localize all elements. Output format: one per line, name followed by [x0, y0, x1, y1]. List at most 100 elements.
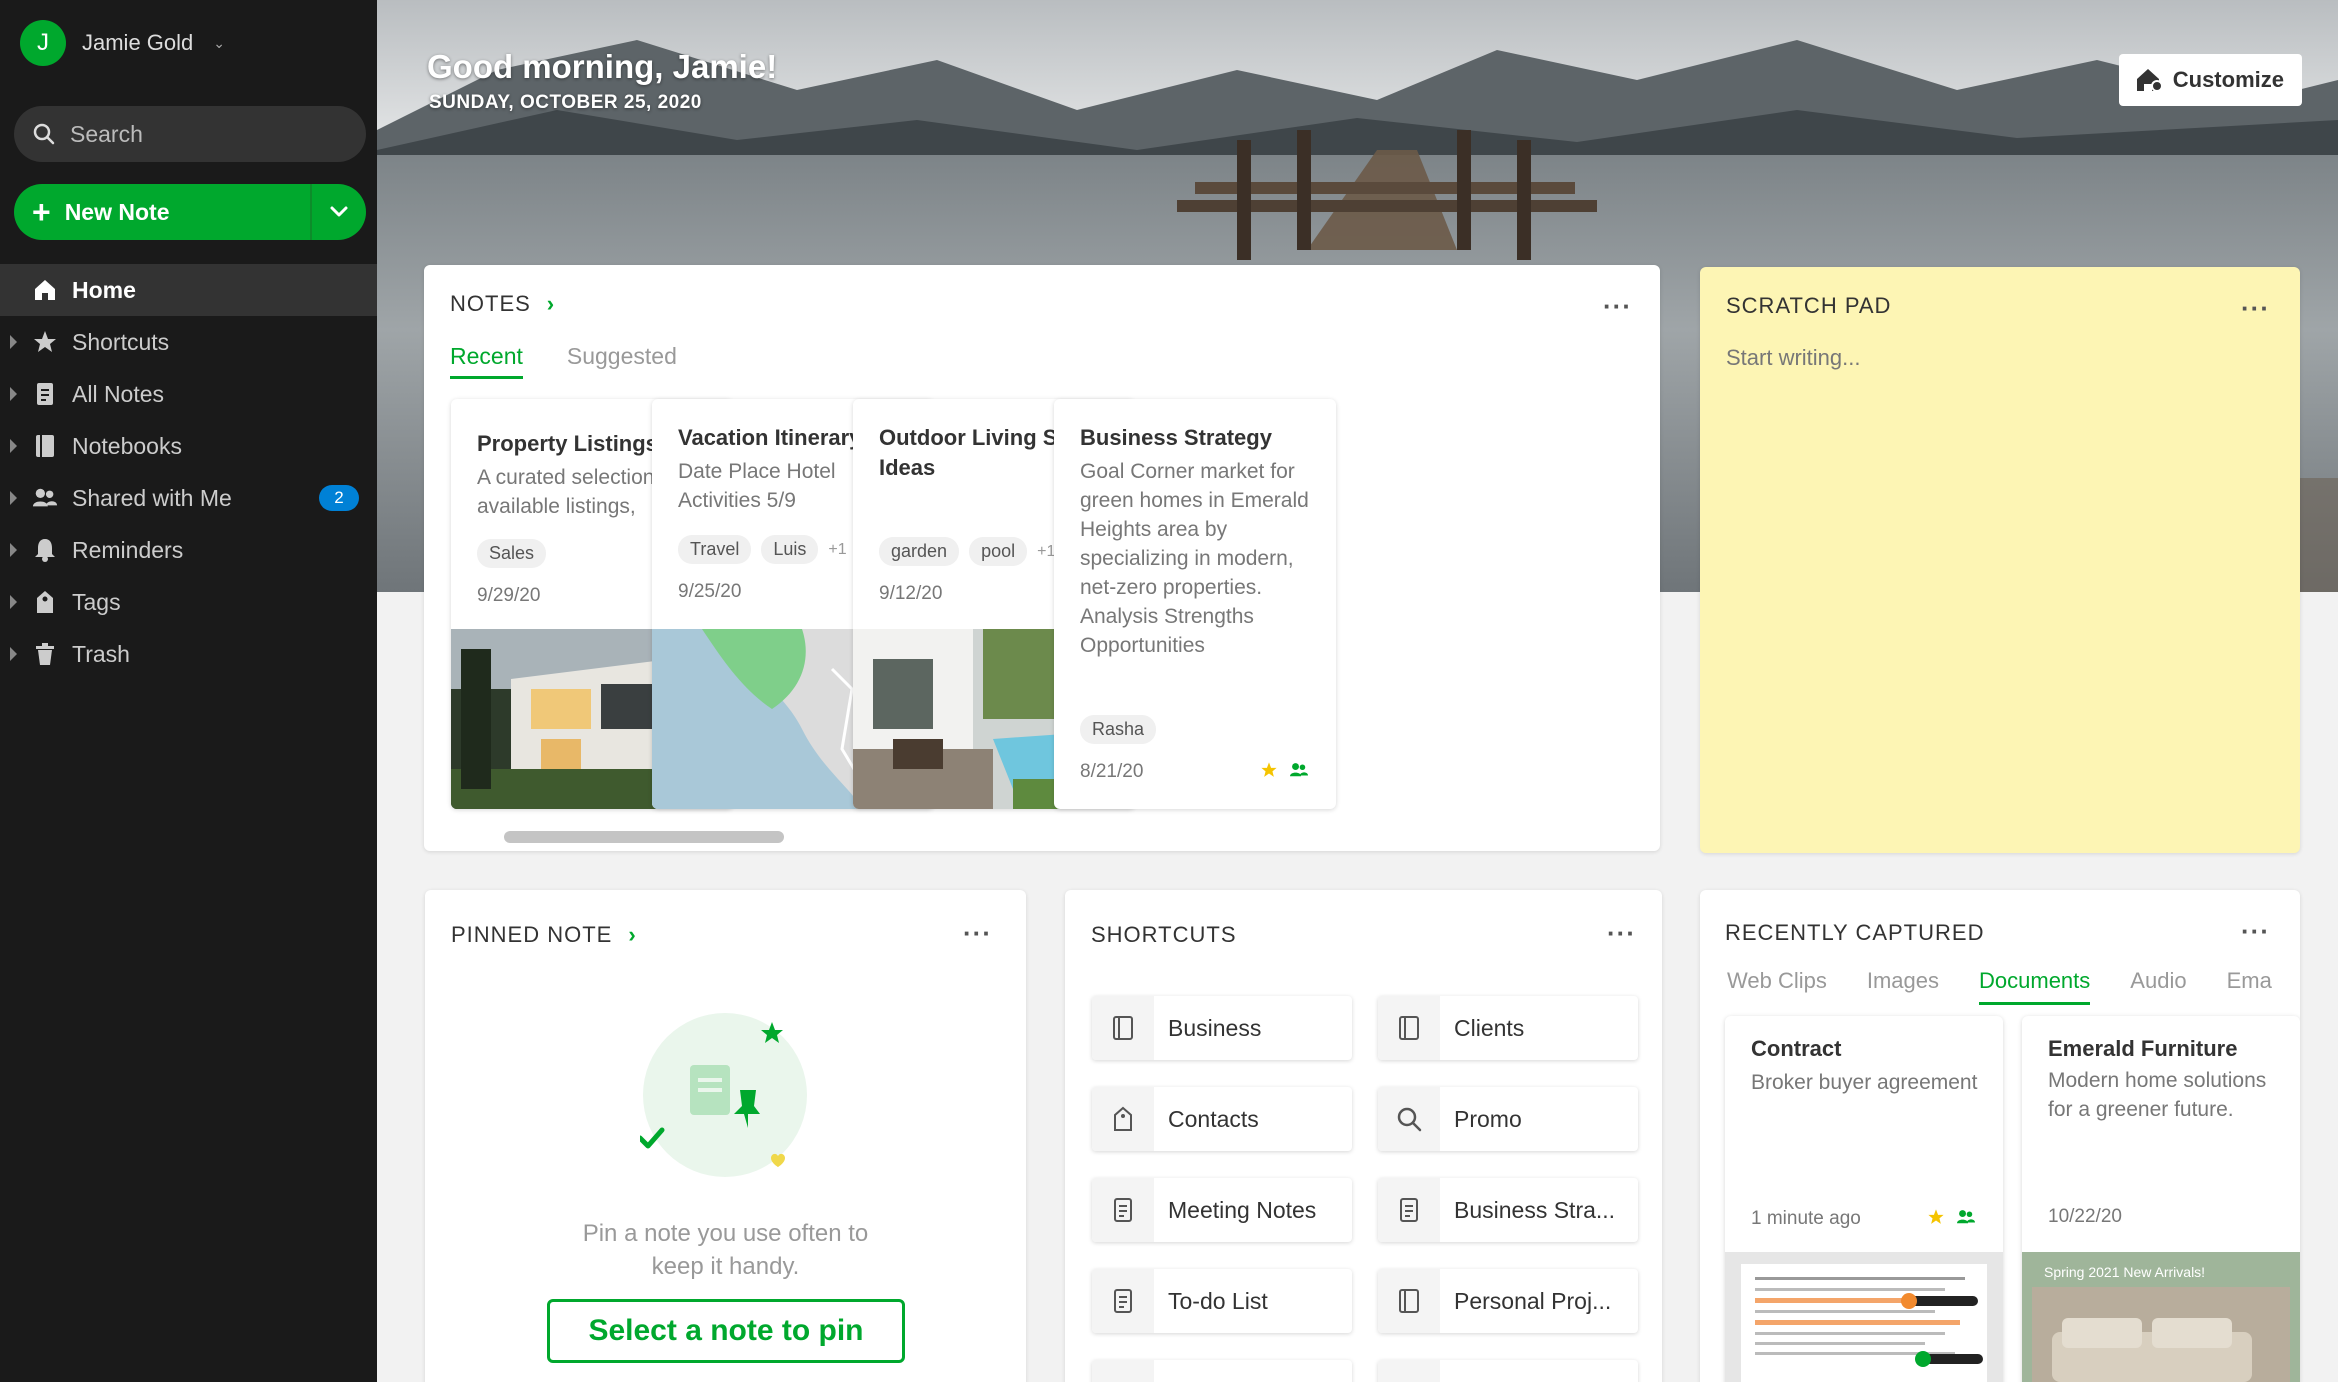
people-icon — [32, 485, 58, 511]
note-meta-icons — [1260, 761, 1310, 779]
home-customize-icon — [2136, 69, 2163, 92]
expand-caret-icon[interactable] — [10, 439, 17, 453]
expand-caret-icon[interactable] — [10, 491, 17, 505]
shortcut-promo[interactable]: Promo — [1378, 1087, 1638, 1151]
tag-chip[interactable]: garden — [879, 537, 960, 566]
pinned-note-widget: PINNED NOTE › ··· Pin a note you use oft… — [425, 890, 1026, 1382]
sidebar-item-trash[interactable]: Trash — [0, 628, 377, 680]
shortcut-todo-list[interactable]: To-do List — [1092, 1269, 1352, 1333]
new-note-label: New Note — [64, 198, 170, 225]
new-note-dropdown-button[interactable] — [310, 184, 366, 240]
expand-caret-icon[interactable] — [10, 387, 17, 401]
tag-chip[interactable]: pool — [969, 537, 1028, 566]
sidebar-item-label: Tags — [72, 588, 121, 615]
pinned-note-title[interactable]: PINNED NOTE › — [451, 922, 637, 948]
more-options-icon[interactable]: ··· — [1603, 293, 1632, 319]
tag-chip[interactable]: Luis — [761, 535, 819, 564]
search-placeholder: Search — [70, 120, 143, 147]
expand-caret-icon[interactable] — [10, 647, 17, 661]
tag-chip[interactable]: Rasha — [1080, 715, 1157, 744]
furniture-brochure-preview: Spring 2021 New Arrivals! — [2022, 1252, 2300, 1382]
sidebar-item-label: Home — [72, 276, 136, 303]
tag-icon — [32, 589, 58, 615]
tab-images[interactable]: Images — [1867, 968, 1939, 1005]
recently-captured-title: RECENTLY CAPTURED — [1725, 920, 1985, 945]
plus-icon: + — [32, 194, 51, 230]
account-switcher[interactable]: J Jamie Gold ⌄ — [20, 20, 225, 66]
more-options-icon[interactable]: ··· — [2241, 295, 2270, 321]
captured-doc-contract[interactable]: Contract Broker buyer agreement 1 minute… — [1725, 1016, 2003, 1382]
sidebar-item-tags[interactable]: Tags — [0, 576, 377, 628]
avatar[interactable]: J — [20, 20, 66, 66]
shortcut-partial[interactable] — [1378, 1360, 1638, 1382]
sidebar-item-reminders[interactable]: Reminders — [0, 524, 377, 576]
star-icon — [1261, 762, 1277, 777]
star-icon — [32, 329, 58, 355]
shortcut-label: To-do List — [1168, 1287, 1268, 1314]
scratch-pad-title: SCRATCH PAD — [1726, 293, 1892, 318]
tag-icon — [1378, 1360, 1440, 1382]
search-icon — [33, 123, 55, 145]
tab-recent[interactable]: Recent — [450, 343, 523, 379]
pinned-title-text: PINNED NOTE — [451, 922, 613, 947]
more-options-icon[interactable]: ··· — [963, 920, 992, 946]
trash-icon — [32, 641, 58, 667]
expand-caret-icon[interactable] — [10, 595, 17, 609]
sidebar-item-all-notes[interactable]: All Notes — [0, 368, 377, 420]
note-icon — [1378, 1178, 1440, 1242]
tab-email[interactable]: Ema — [2227, 968, 2272, 1005]
note-tags: Travel Luis +1 — [678, 535, 847, 564]
expand-caret-icon[interactable] — [10, 335, 17, 349]
shortcut-meeting-notes[interactable]: Meeting Notes — [1092, 1178, 1352, 1242]
note-tags: garden pool +1 — [879, 537, 1055, 566]
scratch-pad-input[interactable]: Start writing... — [1726, 345, 1860, 371]
tab-web-clips[interactable]: Web Clips — [1727, 968, 1827, 1005]
shortcut-contacts[interactable]: Contacts — [1092, 1087, 1352, 1151]
shortcut-clients[interactable]: Clients — [1378, 996, 1638, 1060]
shared-icon — [1290, 763, 1308, 777]
shortcut-label: Personal Proj... — [1454, 1287, 1612, 1314]
tab-audio[interactable]: Audio — [2130, 968, 2186, 1005]
search-icon — [1378, 1087, 1440, 1151]
shortcuts-title: SHORTCUTS — [1091, 922, 1237, 947]
expand-caret-icon[interactable] — [10, 543, 17, 557]
shared-count-badge: 2 — [319, 485, 359, 511]
tab-suggested[interactable]: Suggested — [567, 343, 677, 379]
notes-widget-title[interactable]: NOTES › — [450, 291, 555, 317]
sidebar-item-home[interactable]: Home — [0, 264, 377, 316]
sidebar-nav: Home Shortcuts All Notes Notebooks Share… — [0, 264, 377, 680]
tag-chip[interactable]: Travel — [678, 535, 752, 564]
note-card-business-strategy[interactable]: Business Strategy Goal Corner market for… — [1054, 399, 1336, 809]
note-icon — [32, 381, 58, 407]
contract-document-preview — [1725, 1252, 2003, 1382]
select-note-to-pin-button[interactable]: Select a note to pin — [547, 1299, 905, 1363]
chevron-right-icon: › — [546, 291, 556, 316]
sidebar-item-shared-with-me[interactable]: Shared with Me 2 — [0, 472, 377, 524]
note-date: 9/25/20 — [678, 581, 742, 602]
account-name: Jamie Gold — [82, 30, 194, 55]
shortcut-business-strategy[interactable]: Business Stra... — [1378, 1178, 1638, 1242]
shortcut-personal-projects[interactable]: Personal Proj... — [1378, 1269, 1638, 1333]
shortcut-label: Business Stra... — [1454, 1196, 1616, 1223]
note-tags: Sales — [477, 539, 547, 568]
shortcut-business[interactable]: Business — [1092, 996, 1352, 1060]
sidebar-item-notebooks[interactable]: Notebooks — [0, 420, 377, 472]
captured-doc-emerald-furniture[interactable]: Emerald Furniture Modern home solutions … — [2022, 1016, 2300, 1382]
shortcut-partial[interactable] — [1092, 1360, 1352, 1382]
search-input[interactable]: Search — [14, 106, 366, 162]
notebook-icon — [1378, 1269, 1440, 1333]
more-options-icon[interactable]: ··· — [2241, 918, 2270, 944]
new-note-button[interactable]: + New Note — [14, 184, 310, 240]
tag-chip[interactable]: Sales — [477, 539, 547, 568]
shared-icon — [1957, 1210, 1975, 1224]
recently-captured-widget: RECENTLY CAPTURED ··· Web Clips Images D… — [1700, 890, 2300, 1382]
recent-tabs: Web Clips Images Documents Audio Ema — [1727, 968, 2272, 1005]
note-date: 8/21/20 — [1080, 761, 1144, 782]
horizontal-scrollbar[interactable] — [504, 831, 784, 843]
customize-button[interactable]: Customize — [2118, 54, 2302, 106]
sidebar-item-shortcuts[interactable]: Shortcuts — [0, 316, 377, 368]
shortcut-label: Business — [1168, 1014, 1262, 1041]
tab-documents[interactable]: Documents — [1979, 968, 2091, 1005]
tag-icon — [1092, 1087, 1154, 1151]
more-options-icon[interactable]: ··· — [1607, 920, 1636, 946]
